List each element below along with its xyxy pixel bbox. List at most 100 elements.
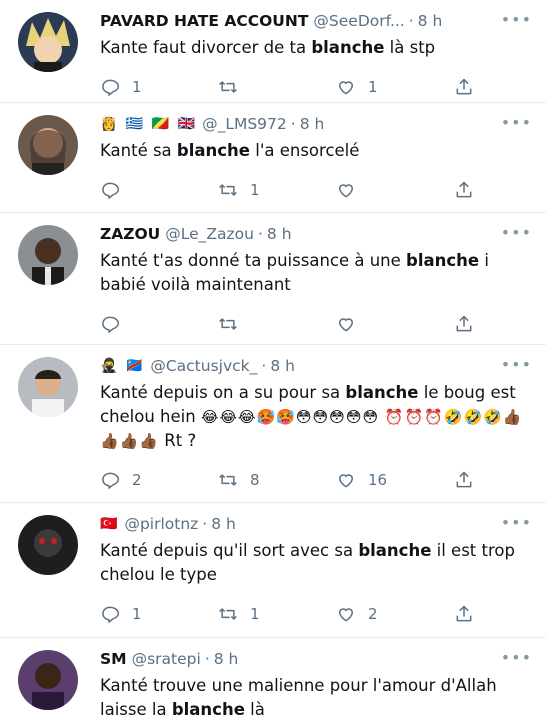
like-icon: [336, 77, 356, 97]
tweet-text: Kanté depuis on a su pour sa blanche le …: [100, 381, 534, 453]
text-bold: blanche: [171, 700, 245, 719]
share-button[interactable]: [454, 77, 474, 97]
retweet-button[interactable]: [218, 314, 336, 334]
more-icon[interactable]: •••: [501, 223, 532, 242]
user-handle[interactable]: @sratepi: [132, 648, 201, 670]
retweet-count: 1: [250, 605, 260, 623]
like-button[interactable]: 1: [336, 77, 454, 97]
like-icon: [336, 180, 356, 200]
retweet-icon: [218, 604, 238, 624]
like-button[interactable]: 2: [336, 604, 454, 624]
retweet-count: 1: [250, 181, 260, 199]
avatar[interactable]: [18, 650, 78, 710]
like-count: 1: [368, 78, 378, 96]
avatar[interactable]: [18, 115, 78, 175]
text-bold: blanche: [358, 541, 432, 560]
separator-dot: ·: [261, 357, 267, 375]
separator-dot: ·: [408, 12, 414, 30]
more-icon[interactable]: •••: [501, 355, 532, 374]
text-part: Rt ?: [159, 431, 197, 450]
retweet-button[interactable]: [218, 77, 336, 97]
like-button[interactable]: [336, 180, 454, 200]
timestamp[interactable]: 8 h: [214, 648, 239, 670]
user-handle[interactable]: @_LMS972: [202, 113, 287, 135]
display-name[interactable]: ZAZOU: [100, 223, 160, 245]
share-button[interactable]: [454, 314, 474, 334]
reply-button[interactable]: [100, 180, 218, 200]
text-bold: blanche: [176, 141, 250, 160]
text-part: Kanté trouve une malienne pour l'amour d…: [100, 676, 497, 719]
more-icon[interactable]: •••: [501, 513, 532, 532]
reply-button[interactable]: 2: [100, 470, 218, 490]
user-handle[interactable]: @SeeDorf...: [313, 10, 404, 32]
avatar[interactable]: [18, 515, 78, 575]
reply-icon: [100, 470, 120, 490]
share-icon: [454, 180, 474, 200]
tweet[interactable]: 🥷 🇨🇩 @Cactusjvck_ · 8 h ••• Kanté depuis…: [0, 345, 546, 503]
more-icon[interactable]: •••: [501, 113, 532, 132]
separator-dot: ·: [257, 225, 263, 243]
timestamp[interactable]: 8 h: [267, 223, 292, 245]
like-button[interactable]: 16: [336, 470, 454, 490]
text-bold: blanche: [406, 251, 480, 270]
timestamp[interactable]: 8 h: [418, 10, 443, 32]
retweet-button[interactable]: 8: [218, 470, 336, 490]
retweet-icon: [218, 180, 238, 200]
share-button[interactable]: [454, 470, 474, 490]
display-name[interactable]: SM: [100, 648, 127, 670]
text-bold: blanche: [311, 38, 385, 57]
reply-count: 2: [132, 471, 142, 489]
like-icon: [336, 604, 356, 624]
tweet-text: Kanté sa blanche l'a ensorcelé: [100, 139, 534, 163]
tweet[interactable]: 👸 🇬🇷 🇨🇬 🇬🇧 @_LMS972 · 8 h ••• Kanté sa b…: [0, 103, 546, 213]
more-icon[interactable]: •••: [501, 648, 532, 667]
user-handle[interactable]: @Cactusjvck_: [150, 355, 257, 377]
avatar[interactable]: [18, 357, 78, 417]
tweet[interactable]: 🇹🇷 @pirlotnz · 8 h ••• Kanté depuis qu'i…: [0, 503, 546, 638]
text-part: Kanté sa: [100, 141, 177, 160]
reply-icon: [100, 604, 120, 624]
share-icon: [454, 77, 474, 97]
like-button[interactable]: [336, 314, 454, 334]
avatar[interactable]: [18, 225, 78, 285]
timestamp[interactable]: 8 h: [270, 355, 295, 377]
more-icon[interactable]: •••: [501, 10, 532, 29]
user-handle[interactable]: @pirlotnz: [124, 513, 198, 535]
tweet-text: Kanté trouve une malienne pour l'amour d…: [100, 674, 534, 722]
separator-dot: ·: [290, 115, 296, 133]
tweet[interactable]: ZAZOU @Le_Zazou · 8 h ••• Kanté t'as don…: [0, 213, 546, 345]
avatar[interactable]: [18, 12, 78, 72]
timestamp[interactable]: 8 h: [300, 113, 325, 135]
name-emoji-flags[interactable]: 🇹🇷: [100, 513, 119, 535]
text-part: Kanté depuis on a su pour sa: [100, 383, 346, 402]
tweet[interactable]: PAVARD HATE ACCOUNT @SeeDorf... · 8 h ••…: [0, 0, 546, 103]
reply-icon: [100, 314, 120, 334]
text-part: Kante faut divorcer de ta: [100, 38, 312, 57]
share-button[interactable]: [454, 604, 474, 624]
separator-dot: ·: [204, 650, 210, 668]
retweet-icon: [218, 77, 238, 97]
tweet-text: Kanté t'as donné ta puissance à une blan…: [100, 249, 534, 297]
tweet-text: Kanté depuis qu'il sort avec sa blanche …: [100, 539, 534, 587]
tweet-feed: PAVARD HATE ACCOUNT @SeeDorf... · 8 h ••…: [0, 0, 546, 727]
reply-button[interactable]: [100, 314, 218, 334]
display-name[interactable]: PAVARD HATE ACCOUNT: [100, 10, 308, 32]
text-part: là stp: [384, 38, 436, 57]
reply-icon: [100, 180, 120, 200]
name-emoji-flags[interactable]: 👸 🇬🇷 🇨🇬 🇬🇧: [100, 113, 197, 135]
retweet-button[interactable]: 1: [218, 180, 336, 200]
timestamp[interactable]: 8 h: [211, 513, 236, 535]
like-icon: [336, 470, 356, 490]
action-bar: [100, 307, 534, 341]
action-bar: 2 8 16: [100, 463, 534, 497]
tweet-text: Kante faut divorcer de ta blanche là stp: [100, 36, 534, 60]
reply-button[interactable]: 1: [100, 77, 218, 97]
reply-button[interactable]: 1: [100, 604, 218, 624]
user-handle[interactable]: @Le_Zazou: [165, 223, 254, 245]
retweet-button[interactable]: 1: [218, 604, 336, 624]
tweet[interactable]: SM @sratepi · 8 h ••• Kanté trouve une m…: [0, 638, 546, 727]
share-icon: [454, 314, 474, 334]
name-emoji-flags[interactable]: 🥷 🇨🇩: [100, 355, 145, 377]
reply-count: 1: [132, 78, 142, 96]
share-button[interactable]: [454, 180, 474, 200]
